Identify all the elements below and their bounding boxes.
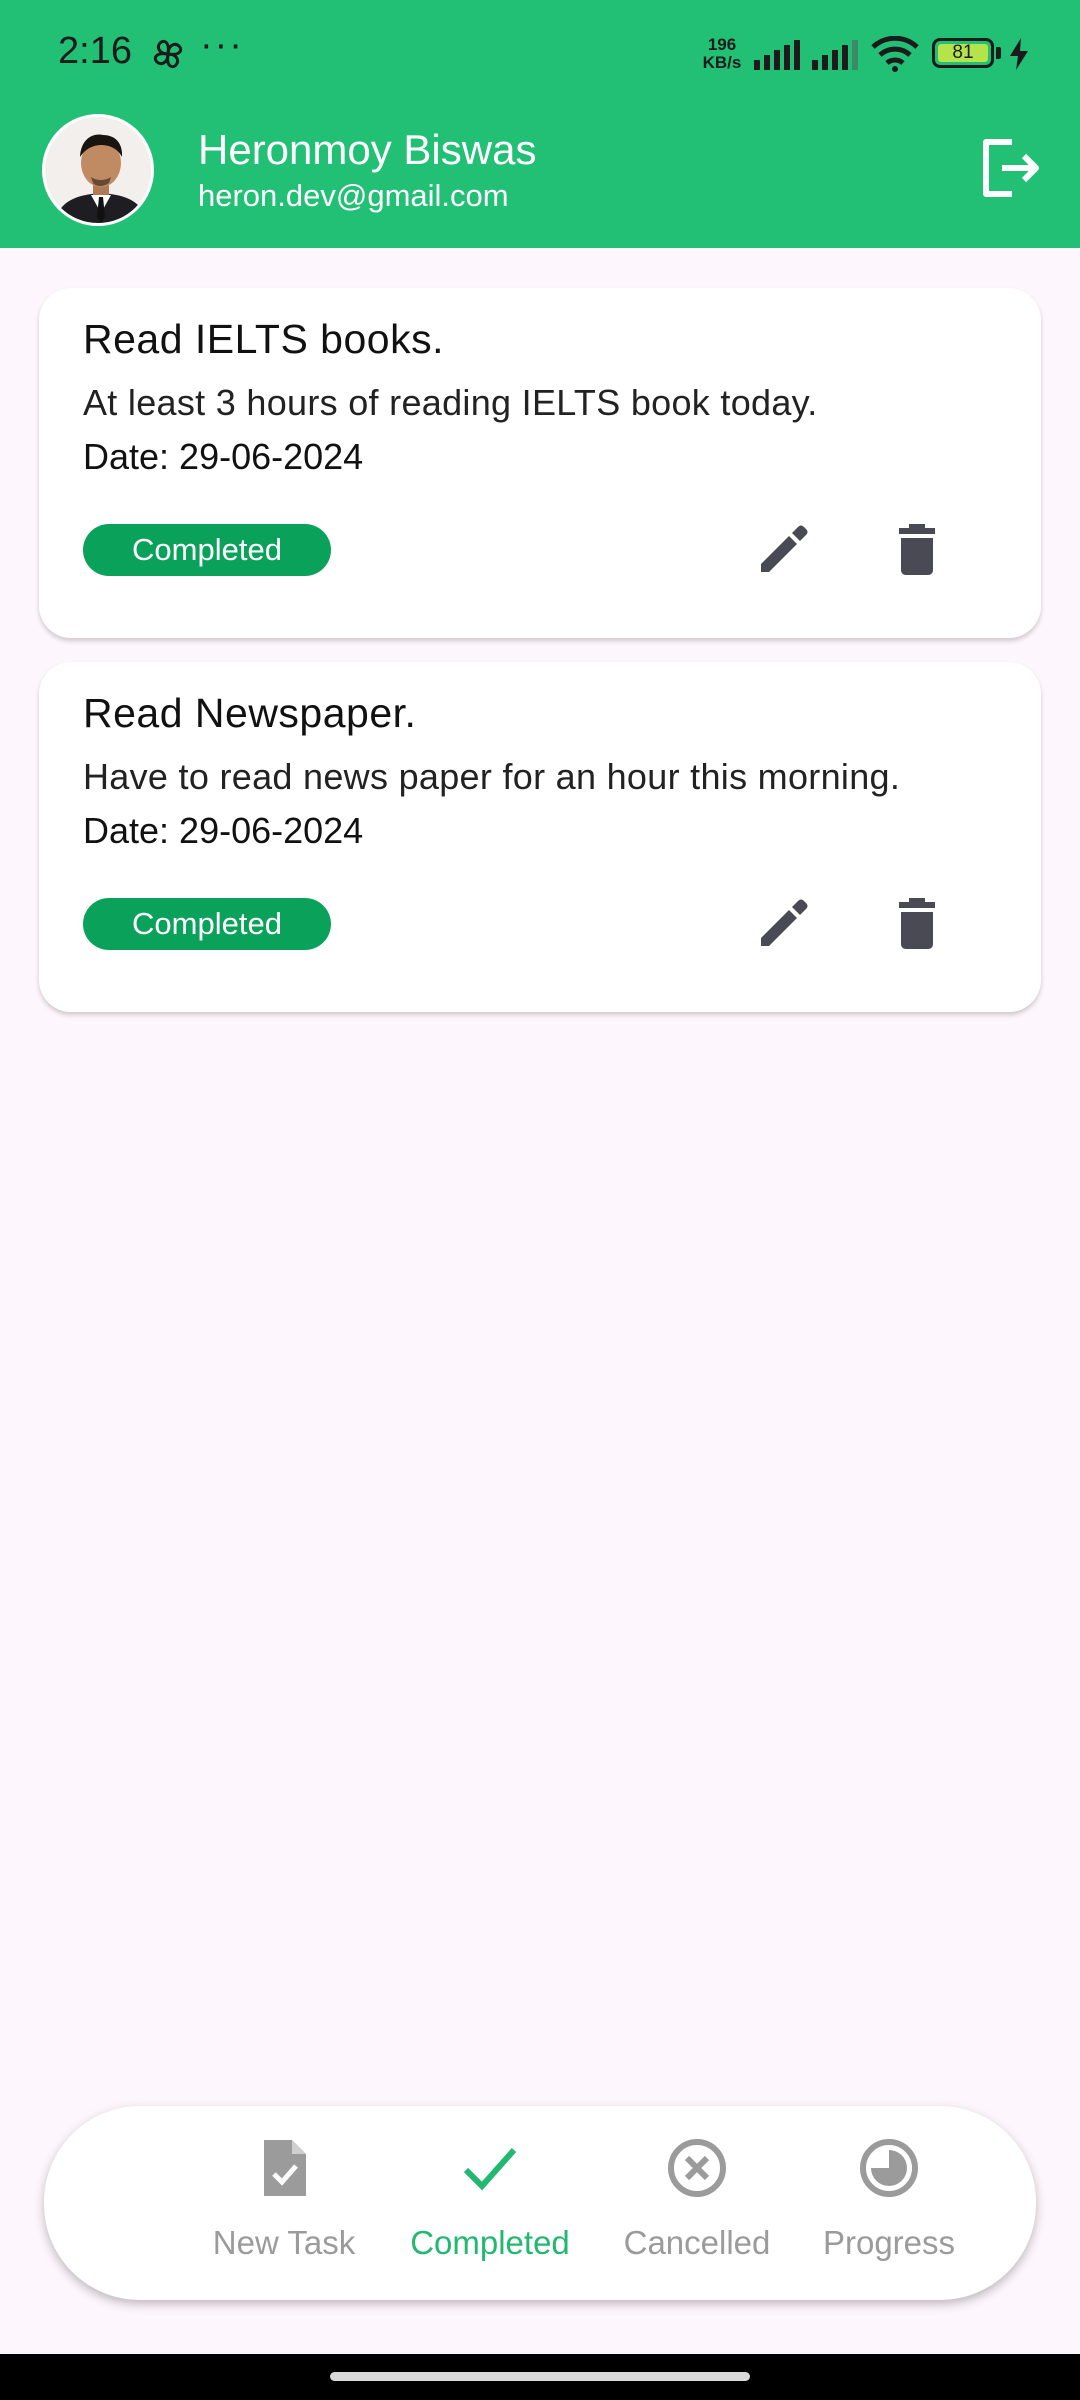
- avatar[interactable]: [42, 114, 154, 226]
- fan-icon: [153, 39, 183, 69]
- delete-icon[interactable]: [881, 888, 953, 960]
- signal-icon: [754, 40, 800, 70]
- task-title: Read Newspaper.: [83, 690, 417, 736]
- tab-progress[interactable]: Progress: [764, 2106, 1014, 2300]
- user-email: heron.dev@gmail.com: [198, 178, 509, 213]
- task-description: At least 3 hours of reading IELTS book t…: [83, 382, 818, 423]
- cancel-circle-icon: [668, 2139, 726, 2197]
- status-badge: Completed: [83, 898, 331, 950]
- edit-icon[interactable]: [747, 888, 819, 960]
- battery-tip: [996, 47, 1001, 59]
- status-time: 2:16: [58, 30, 132, 72]
- user-name: Heronmoy Biswas: [198, 126, 537, 173]
- task-date: Date: 29-06-2024: [83, 810, 364, 851]
- logout-icon[interactable]: [978, 136, 1042, 200]
- battery-icon: 81: [932, 38, 994, 68]
- status-badge: Completed: [83, 524, 331, 576]
- task-date: Date: 29-06-2024: [83, 436, 364, 477]
- edit-icon[interactable]: [747, 514, 819, 586]
- system-navigation-bar: [0, 2354, 1080, 2400]
- tab-label: Progress: [822, 2224, 956, 2261]
- progress-pie-icon: [860, 2139, 918, 2197]
- delete-icon[interactable]: [881, 514, 953, 586]
- network-speed: 196 KB/s: [702, 35, 742, 72]
- task-card[interactable]: Read Newspaper. Have to read news paper …: [39, 662, 1041, 1012]
- bottom-navigation: New Task Completed Cancelled Progress: [44, 2106, 1036, 2300]
- task-description: Have to read news paper for an hour this…: [83, 756, 901, 797]
- signal-icon: [812, 40, 858, 70]
- status-bar: 2:16 ··· 196 KB/s 81: [0, 0, 1080, 108]
- task-document-icon: [264, 2140, 306, 2196]
- charging-icon: [1010, 38, 1028, 70]
- battery-level: 81: [938, 43, 988, 62]
- more-notifications-icon: ···: [200, 24, 244, 66]
- home-gesture-handle[interactable]: [330, 2372, 750, 2381]
- wifi-icon: [871, 36, 919, 72]
- checkmark-icon: [463, 2148, 517, 2191]
- task-title: Read IELTS books.: [83, 316, 444, 362]
- task-card[interactable]: Read IELTS books. At least 3 hours of re…: [39, 288, 1041, 638]
